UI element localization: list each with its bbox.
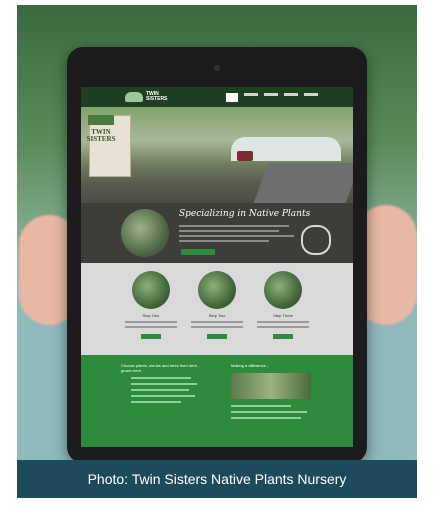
sign-text: TWIN SISTERS bbox=[86, 128, 116, 143]
nav-link[interactable] bbox=[226, 92, 238, 102]
photo-frame: TWIN SISTERS TWIN SISTERS Specializing i… bbox=[17, 5, 417, 498]
badge-icon bbox=[301, 225, 331, 255]
step-label: Step Two bbox=[208, 313, 226, 318]
site-nav: TWIN SISTERS bbox=[81, 87, 353, 107]
nav-link[interactable] bbox=[284, 92, 298, 96]
photo-caption: Photo: Twin Sisters Native Plants Nurser… bbox=[87, 471, 347, 487]
nav-links bbox=[226, 92, 318, 102]
step-card: Step Three bbox=[253, 271, 313, 351]
nav-link[interactable] bbox=[304, 92, 318, 96]
step-photo bbox=[264, 271, 302, 309]
green-left-text bbox=[131, 377, 201, 407]
section-title: Specializing in Native Plants bbox=[179, 209, 311, 219]
intro-text bbox=[179, 225, 299, 245]
steps-section: Step One Step Two Step Three bbox=[81, 263, 353, 355]
step-card: Step One bbox=[121, 271, 181, 351]
logo-icon bbox=[125, 92, 143, 102]
truck bbox=[237, 151, 253, 161]
greenhouse-circle-photo bbox=[121, 209, 169, 257]
tablet: TWIN SISTERS TWIN SISTERS Specializing i… bbox=[67, 47, 367, 460]
hero-image: TWIN SISTERS bbox=[81, 107, 353, 203]
nav-link[interactable] bbox=[244, 92, 258, 96]
green-section: Choose plants, shrubs and trees from her… bbox=[81, 355, 353, 447]
step-button[interactable] bbox=[207, 334, 227, 339]
learn-more-button[interactable] bbox=[181, 249, 215, 255]
step-photo bbox=[132, 271, 170, 309]
tablet-screen: TWIN SISTERS TWIN SISTERS Specializing i… bbox=[81, 87, 353, 447]
step-button[interactable] bbox=[141, 334, 161, 339]
nav-link[interactable] bbox=[264, 92, 278, 96]
camera-icon bbox=[214, 65, 220, 71]
step-label: Step Three bbox=[273, 313, 293, 318]
step-card: Step Two bbox=[187, 271, 247, 351]
green-section-photo bbox=[231, 373, 311, 399]
intro-section: Specializing in Native Plants bbox=[81, 203, 353, 263]
green-right-text bbox=[231, 405, 311, 423]
green-right-title: Making a difference... bbox=[231, 363, 270, 368]
step-button[interactable] bbox=[273, 334, 293, 339]
step-label: Step One bbox=[142, 313, 160, 318]
road bbox=[253, 163, 353, 203]
green-left-title: Choose plants, shrubs and trees from her… bbox=[121, 363, 198, 373]
site-logo-text: TWIN SISTERS bbox=[146, 91, 168, 102]
sign-logo-icon bbox=[88, 115, 114, 125]
photo: TWIN SISTERS TWIN SISTERS Specializing i… bbox=[17, 5, 417, 460]
caption-bar: Photo: Twin Sisters Native Plants Nurser… bbox=[17, 460, 417, 498]
step-photo bbox=[198, 271, 236, 309]
